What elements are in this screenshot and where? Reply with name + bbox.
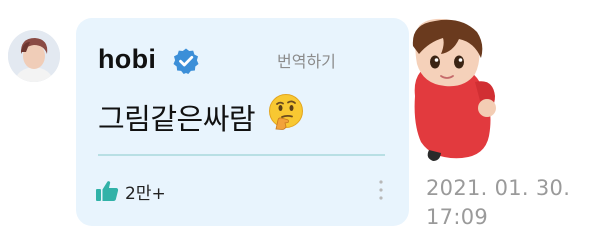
translate-button[interactable]: 번역하기 — [277, 48, 336, 72]
like-count: 2만+ — [125, 184, 166, 204]
thumbs-up-icon[interactable] — [94, 178, 120, 204]
thinking-face-emoji — [269, 94, 303, 130]
avatar[interactable] — [8, 30, 60, 82]
comment-text: 그림같은싸람 — [98, 102, 256, 136]
divider — [98, 154, 385, 156]
vertical-dots-icon[interactable] — [376, 178, 386, 202]
comment-bubble: hobi 번역하기 그림같은싸람 2만+ — [76, 18, 409, 226]
verified-badge-icon — [173, 48, 199, 74]
character-sticker — [412, 18, 496, 161]
comment-thread: hobi 번역하기 그림같은싸람 2만+ 2021. 01. 30. 17:09 — [0, 0, 600, 245]
avatar-photo — [8, 30, 60, 82]
username[interactable]: hobi — [98, 44, 156, 75]
timestamp: 2021. 01. 30. 17:09 — [426, 176, 571, 229]
